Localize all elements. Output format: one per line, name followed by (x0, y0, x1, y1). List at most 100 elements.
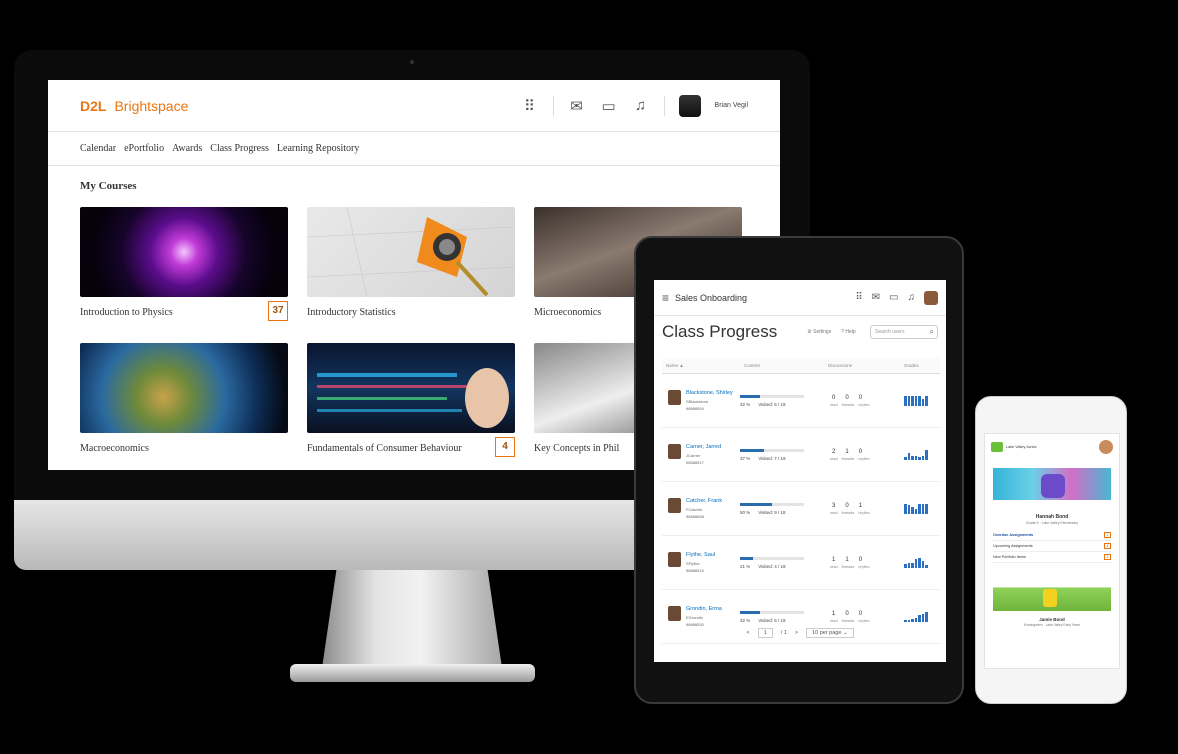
student-name-link[interactable]: Catcher, Frank (686, 498, 722, 505)
discussions-cell[interactable]: 2 1 0 read threads replies (824, 449, 900, 461)
discussions-cell[interactable]: 1 1 0 read threads replies (824, 557, 900, 569)
avatar[interactable] (924, 290, 938, 305)
surveying-instrument-illustration (306, 206, 516, 298)
content-cell[interactable]: 21 % Visited: 4 / 19 (740, 556, 824, 569)
course-card[interactable]: Introductory Statistics (306, 206, 516, 318)
grades-cell[interactable] (900, 557, 940, 568)
nav-calendar[interactable]: Calendar (80, 143, 116, 154)
student-name-2[interactable]: Jamie Bond (985, 617, 1119, 622)
search-icon[interactable]: ⌕ (930, 327, 934, 337)
course-title[interactable]: Introductory Statistics (307, 307, 515, 318)
discussions-cell[interactable]: 1 0 0 read threads replies (824, 611, 900, 623)
content-cell[interactable]: 32 % Visited: 6 / 19 (740, 394, 824, 407)
discussion-counts: 1 1 0 (824, 557, 900, 563)
course-title[interactable]: Introduction to Physics (80, 307, 288, 318)
course-image[interactable] (306, 206, 516, 298)
course-card[interactable]: Introduction to Physics 37 (80, 207, 288, 321)
list-item[interactable]: Overdue Assignments 1 (993, 530, 1111, 541)
table-row[interactable]: Blackstone, Shirley SBlackstone 98688554… (662, 374, 940, 428)
grade-bar (907, 453, 910, 460)
student-username: SBlackstone (686, 399, 709, 404)
student-name-link[interactable]: Blackstone, Shirley (686, 390, 733, 397)
marketing-scene: D2L Brightspace ⠿ ✉ ▭ ♫ Brian Vegil Cale… (0, 0, 1178, 754)
avatar[interactable] (678, 94, 701, 117)
table-row[interactable]: Carner, Jarred JCarner 98688517 37 % Vis… (662, 428, 940, 482)
grades-cell[interactable] (900, 395, 940, 406)
table-row[interactable]: Flythe, Saul SFlythe 98688515 21 % Visit… (662, 536, 940, 590)
d2l-logo[interactable]: D2L (80, 98, 106, 114)
search-input[interactable]: Search users ⌕ (870, 325, 938, 339)
course-image[interactable] (80, 207, 288, 297)
threads-label: threads (841, 456, 855, 461)
grid-icon[interactable]: ⠿ (855, 292, 862, 303)
column-header-discussions[interactable]: Discussions (824, 363, 900, 368)
course-image[interactable] (307, 343, 515, 433)
chat-icon[interactable]: ▭ (889, 292, 898, 303)
brightspace-header: D2L Brightspace ⠿ ✉ ▭ ♫ Brian Vegil (48, 80, 780, 132)
help-button[interactable]: ? Help (841, 329, 855, 335)
list-item[interactable]: Upcoming Assignments 4 (993, 541, 1111, 552)
content-cell[interactable]: 37 % Visited: 7 / 19 (740, 448, 824, 461)
student-name-link[interactable]: Carner, Jarred (686, 444, 721, 451)
grid-icon[interactable]: ⠿ (521, 97, 539, 115)
course-card[interactable]: Macroeconomics (80, 343, 288, 454)
student-avatar[interactable] (668, 606, 681, 621)
bell-icon[interactable]: ♫ (908, 292, 916, 303)
school-logo-icon[interactable] (991, 442, 1003, 452)
student-avatar[interactable] (668, 390, 681, 405)
course-card[interactable]: Fundamentals of Consumer Behaviour 4 (307, 343, 515, 457)
student-avatar[interactable] (668, 444, 681, 459)
hamburger-menu-icon[interactable]: ≡ (662, 291, 669, 305)
count-badge: 4 (1104, 543, 1111, 549)
grade-bar (907, 395, 910, 406)
student-name-link[interactable]: Grondin, Erma (686, 606, 722, 613)
bell-icon[interactable]: ♫ (632, 97, 650, 114)
grades-cell[interactable] (900, 503, 940, 514)
prev-page-button[interactable]: < (746, 630, 749, 636)
course-image[interactable] (80, 343, 288, 433)
settings-button[interactable]: ⚙ Settings (807, 329, 831, 335)
next-page-button[interactable]: > (795, 630, 798, 636)
grade-bar (907, 562, 910, 568)
content-cell[interactable]: 50 % Visited: 9 / 18 (740, 502, 824, 515)
settings-label: Settings (813, 329, 832, 335)
discussions-cell[interactable]: 0 0 0 read threads replies (824, 395, 900, 407)
mail-icon[interactable]: ✉ (568, 97, 586, 115)
page-number-input[interactable]: 1 (757, 628, 773, 638)
grade-bar (911, 455, 914, 460)
list-item[interactable]: New Portfolio Items 2 (993, 552, 1111, 563)
grade-bar (911, 562, 914, 568)
course-title[interactable]: Macroeconomics (80, 443, 288, 454)
grades-cell[interactable] (900, 611, 940, 622)
replies-count: 0 (858, 610, 863, 617)
school-name[interactable]: Lake Valley Junior (1006, 445, 1037, 449)
table-row[interactable]: Catcher, Frank FCatcher 98688658 50 % Vi… (662, 482, 940, 536)
column-header-grades[interactable]: Grades (900, 363, 940, 368)
course-badge[interactable]: 4 (495, 437, 515, 457)
nav-learning-repository[interactable]: Learning Repository (277, 143, 359, 154)
user-name[interactable]: Brian Vegil (715, 102, 748, 109)
column-header-content[interactable]: Content (740, 363, 824, 368)
chat-icon[interactable]: ▭ (600, 97, 618, 115)
discussions-cell[interactable]: 3 0 1 read threads replies (824, 503, 900, 515)
nav-class-progress[interactable]: Class Progress (210, 143, 269, 154)
course-title[interactable]: Fundamentals of Consumer Behaviour (307, 443, 515, 454)
content-cell[interactable]: 32 % Visited: 6 / 19 (740, 610, 824, 623)
student-avatar[interactable] (668, 498, 681, 513)
brightspace-logo-text[interactable]: Brightspace (114, 98, 188, 114)
course-badge[interactable]: 37 (268, 301, 288, 321)
avatar[interactable] (1099, 440, 1113, 454)
student-name[interactable]: Hannah Bond (985, 514, 1119, 520)
mail-icon[interactable]: ✉ (872, 292, 880, 303)
pagination: < 1 / 1 > 10 per page ⌄ (654, 628, 946, 638)
per-page-select[interactable]: 10 per page ⌄ (806, 628, 854, 638)
course-name[interactable]: Sales Onboarding (675, 293, 747, 303)
student-avatar[interactable] (668, 552, 681, 567)
discussion-labels: read threads replies (824, 619, 900, 623)
column-header-name[interactable]: Name ▲ (662, 363, 740, 368)
grades-cell[interactable] (900, 449, 940, 460)
student-name-link[interactable]: Flythe, Saul (686, 552, 715, 559)
nav-eportfolio[interactable]: ePortfolio (124, 143, 164, 154)
nav-awards[interactable]: Awards (172, 143, 202, 154)
progress-fill (740, 610, 761, 614)
